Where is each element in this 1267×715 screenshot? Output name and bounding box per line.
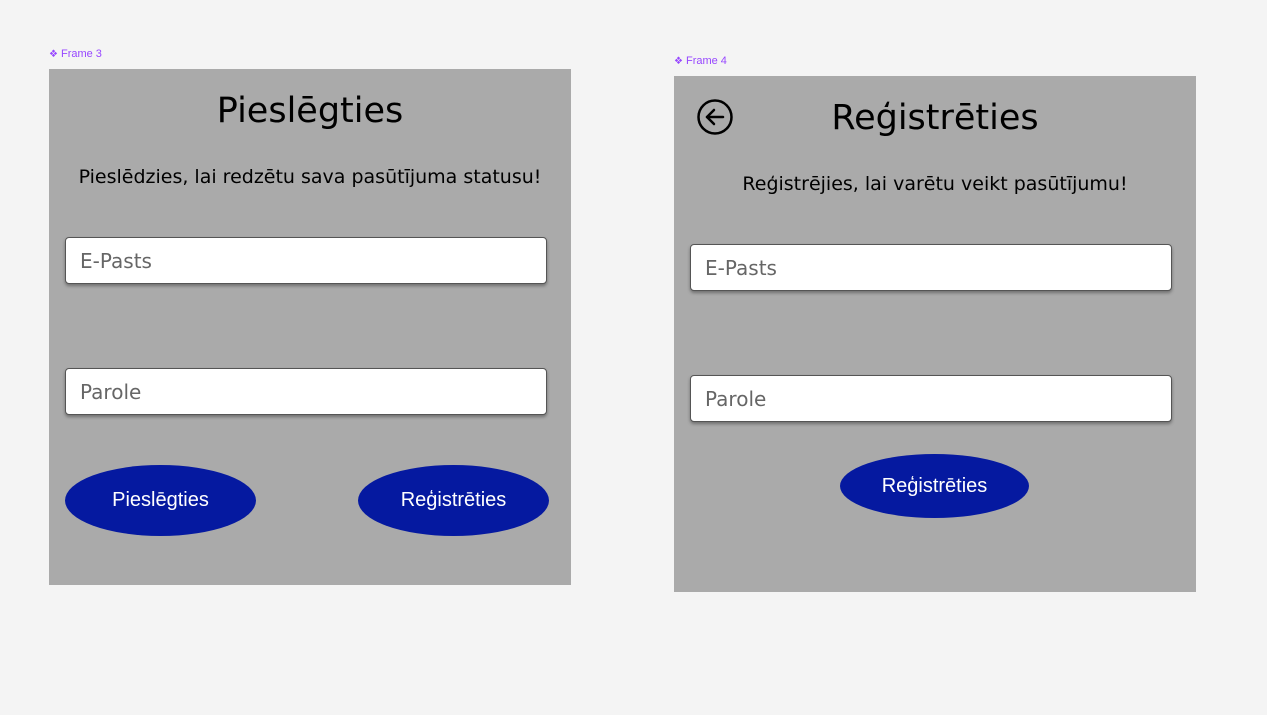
register-frame: Reģistrēties Reģistrējies, lai varētu ve…	[674, 76, 1196, 592]
login-frame: Pieslēgties Pieslēdzies, lai redzētu sav…	[49, 69, 571, 585]
login-subtitle: Pieslēdzies, lai redzētu sava pasūtījuma…	[78, 166, 542, 188]
password-field[interactable]	[690, 375, 1172, 422]
frame-4-label: ❖ Frame 4	[674, 55, 727, 67]
login-button[interactable]: Pieslēgties	[65, 465, 256, 536]
register-subtitle: Reģistrējies, lai varētu veikt pasūtījum…	[742, 173, 1128, 195]
register-button[interactable]: Reģistrēties	[840, 454, 1029, 518]
component-icon: ❖	[49, 48, 58, 60]
email-field[interactable]	[65, 237, 547, 284]
email-field[interactable]	[690, 244, 1172, 291]
frame-3-label: ❖ Frame 3	[49, 48, 102, 60]
frame-3-label-text: Frame 3	[60, 48, 102, 60]
register-title: Reģistrēties	[831, 98, 1039, 138]
login-title: Pieslēgties	[216, 91, 404, 131]
component-icon: ❖	[674, 55, 683, 67]
password-field[interactable]	[65, 368, 547, 415]
register-nav-button[interactable]: Reģistrēties	[358, 465, 549, 536]
frame-4-label-text: Frame 4	[685, 55, 727, 67]
